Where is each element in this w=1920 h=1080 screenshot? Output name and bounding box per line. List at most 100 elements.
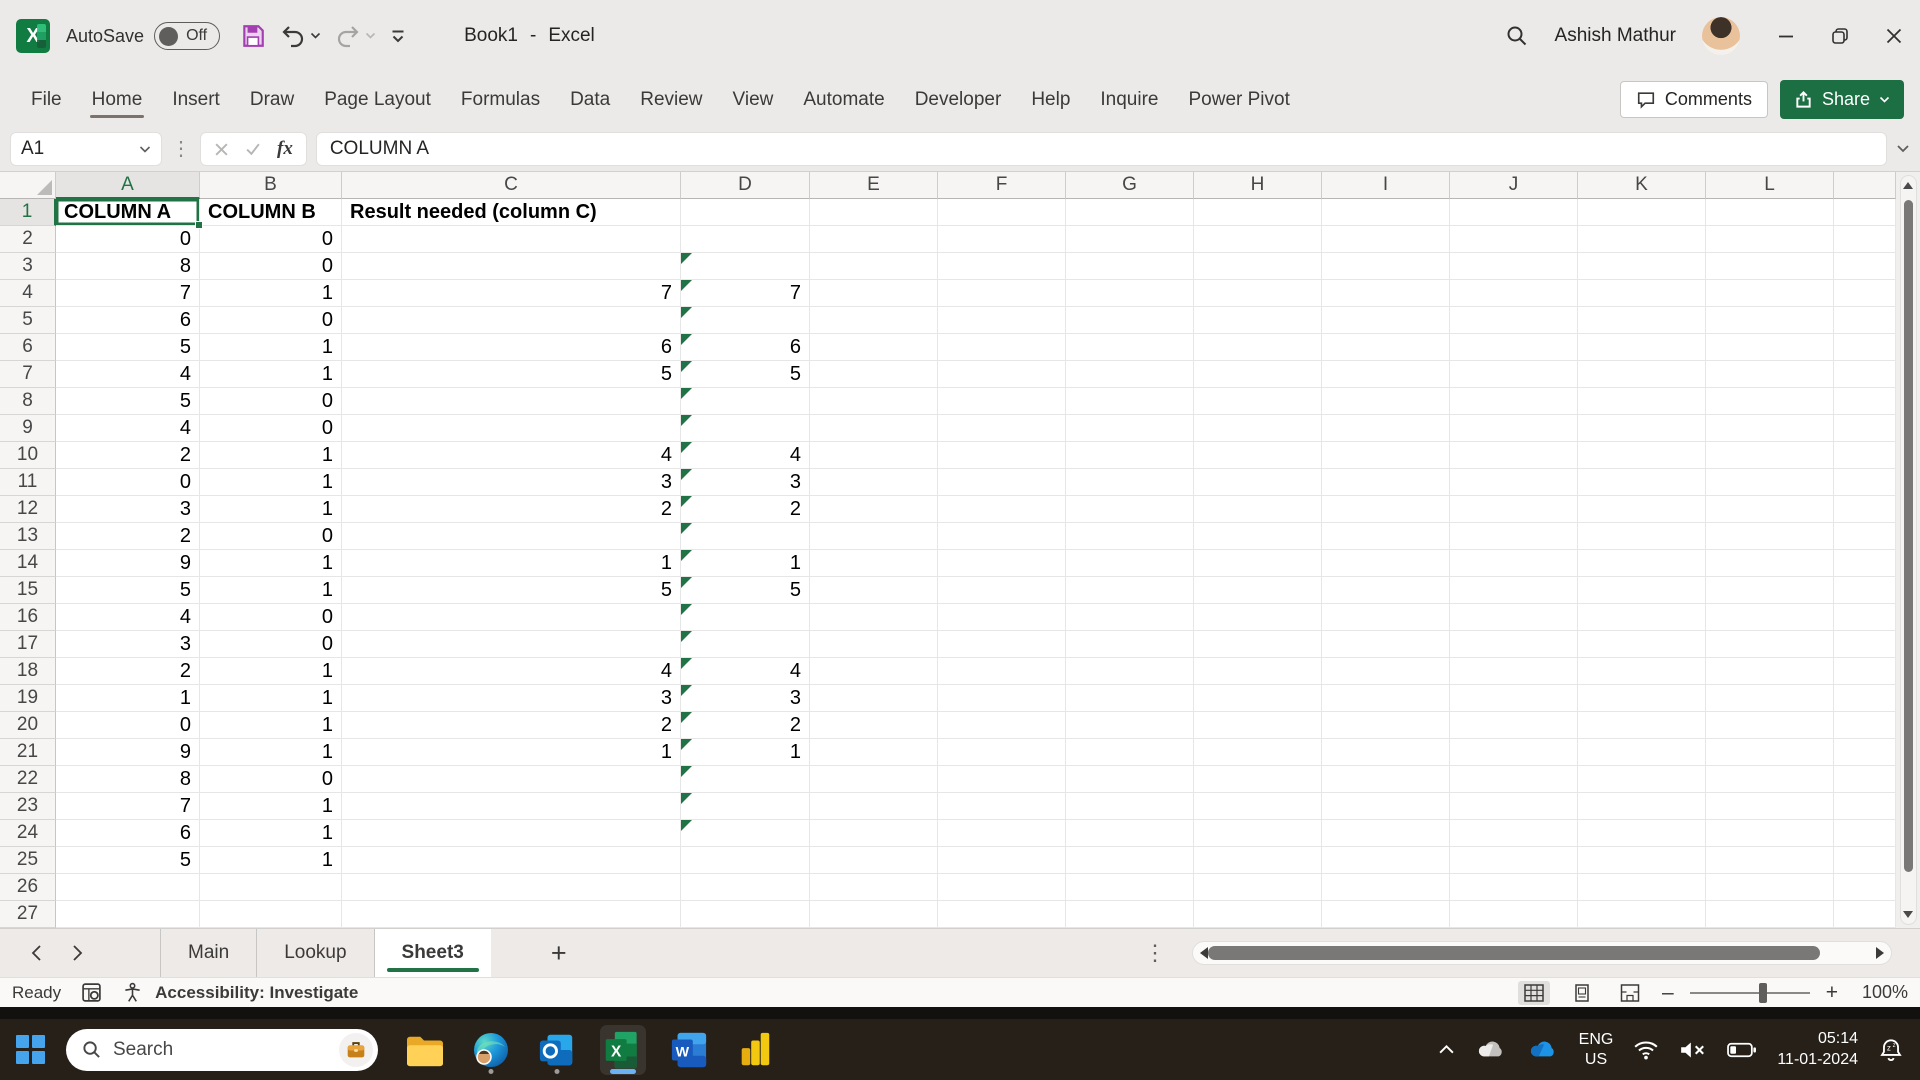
- taskbar-search[interactable]: Search: [66, 1028, 378, 1071]
- cell[interactable]: 7: [56, 793, 200, 820]
- cell[interactable]: [1450, 361, 1578, 388]
- cell[interactable]: [1194, 307, 1322, 334]
- cell[interactable]: 1: [200, 712, 342, 739]
- cell[interactable]: [1066, 226, 1194, 253]
- accessibility-icon[interactable]: [122, 982, 143, 1003]
- cell[interactable]: [810, 496, 938, 523]
- cell[interactable]: [1834, 631, 1896, 658]
- cell[interactable]: 0: [200, 766, 342, 793]
- cell[interactable]: [1194, 280, 1322, 307]
- cell[interactable]: 0: [200, 307, 342, 334]
- cell[interactable]: 4: [56, 361, 200, 388]
- cell[interactable]: 4: [56, 604, 200, 631]
- cell[interactable]: 1: [200, 793, 342, 820]
- cell[interactable]: [342, 307, 681, 334]
- cell[interactable]: [938, 442, 1066, 469]
- cell[interactable]: [1834, 685, 1896, 712]
- cell[interactable]: [681, 766, 810, 793]
- cell[interactable]: [342, 793, 681, 820]
- cell[interactable]: [1194, 847, 1322, 874]
- cell[interactable]: [342, 766, 681, 793]
- tray-expand-icon[interactable]: [1438, 1044, 1455, 1055]
- cell[interactable]: [1322, 874, 1450, 901]
- cell[interactable]: [1834, 766, 1896, 793]
- ribbon-tab-draw[interactable]: Draw: [235, 78, 309, 122]
- search-icon[interactable]: [1505, 24, 1529, 48]
- cell[interactable]: [1578, 280, 1706, 307]
- cell[interactable]: [1194, 766, 1322, 793]
- sheet-tab-sheet3[interactable]: Sheet3: [374, 929, 491, 977]
- row-header-1[interactable]: 1: [0, 199, 56, 226]
- cell[interactable]: 1: [200, 847, 342, 874]
- cell[interactable]: [1578, 901, 1706, 928]
- cell[interactable]: [681, 415, 810, 442]
- page-break-preview-button[interactable]: [1614, 981, 1646, 1005]
- horizontal-scrollbar-thumb[interactable]: [1208, 946, 1820, 960]
- cell[interactable]: [1450, 388, 1578, 415]
- cell[interactable]: 5: [681, 361, 810, 388]
- cell[interactable]: [938, 199, 1066, 226]
- cell[interactable]: 1: [681, 550, 810, 577]
- cell[interactable]: [1066, 604, 1194, 631]
- cell[interactable]: [1578, 334, 1706, 361]
- taskbar-edge[interactable]: [468, 1025, 514, 1075]
- cell[interactable]: [1450, 199, 1578, 226]
- cell[interactable]: [1706, 361, 1834, 388]
- cell[interactable]: [1322, 523, 1450, 550]
- insert-function-icon[interactable]: fx: [277, 138, 293, 160]
- cell[interactable]: 3: [681, 685, 810, 712]
- cell[interactable]: [1834, 793, 1896, 820]
- cell[interactable]: [810, 523, 938, 550]
- cell[interactable]: [1322, 415, 1450, 442]
- cell[interactable]: 1: [200, 658, 342, 685]
- cell[interactable]: [342, 820, 681, 847]
- cell[interactable]: [1066, 874, 1194, 901]
- cell[interactable]: [1706, 604, 1834, 631]
- cell[interactable]: 1: [200, 334, 342, 361]
- chevron-down-icon[interactable]: [139, 145, 151, 154]
- cell[interactable]: [1834, 388, 1896, 415]
- cell[interactable]: [1578, 388, 1706, 415]
- cell[interactable]: 3: [342, 469, 681, 496]
- cell[interactable]: [1194, 226, 1322, 253]
- cell[interactable]: [1706, 631, 1834, 658]
- cell[interactable]: [1706, 712, 1834, 739]
- cell[interactable]: [200, 901, 342, 928]
- cell[interactable]: [1706, 199, 1834, 226]
- cell[interactable]: [938, 334, 1066, 361]
- avatar[interactable]: [1702, 17, 1740, 55]
- taskbar-outlook[interactable]: [534, 1025, 580, 1075]
- accessibility-status[interactable]: Accessibility: Investigate: [155, 983, 358, 1003]
- cell[interactable]: 5: [681, 577, 810, 604]
- cell[interactable]: 0: [200, 631, 342, 658]
- customize-quick-access-button[interactable]: [390, 29, 406, 44]
- cell[interactable]: [342, 631, 681, 658]
- row-header-16[interactable]: 16: [0, 604, 56, 631]
- cell[interactable]: [1578, 847, 1706, 874]
- cell[interactable]: [1834, 901, 1896, 928]
- cell[interactable]: [1066, 793, 1194, 820]
- cell[interactable]: [1066, 253, 1194, 280]
- cell[interactable]: [1194, 658, 1322, 685]
- cell[interactable]: [1578, 415, 1706, 442]
- cell[interactable]: [938, 550, 1066, 577]
- cell[interactable]: 2: [56, 523, 200, 550]
- cell[interactable]: 2: [56, 658, 200, 685]
- cell[interactable]: 7: [681, 280, 810, 307]
- cell[interactable]: [810, 766, 938, 793]
- cell[interactable]: 1: [200, 577, 342, 604]
- cell[interactable]: [1322, 550, 1450, 577]
- cell[interactable]: 5: [56, 577, 200, 604]
- cell[interactable]: [1066, 280, 1194, 307]
- vertical-scrollbar[interactable]: [1896, 172, 1920, 928]
- zoom-in-button[interactable]: +: [1826, 981, 1838, 1005]
- cell[interactable]: [938, 415, 1066, 442]
- cell[interactable]: [1706, 253, 1834, 280]
- cell[interactable]: [1194, 712, 1322, 739]
- cell[interactable]: [1706, 658, 1834, 685]
- cell[interactable]: [1578, 658, 1706, 685]
- cell[interactable]: [810, 199, 938, 226]
- cell[interactable]: [1706, 901, 1834, 928]
- cell[interactable]: [1450, 442, 1578, 469]
- cell[interactable]: [681, 847, 810, 874]
